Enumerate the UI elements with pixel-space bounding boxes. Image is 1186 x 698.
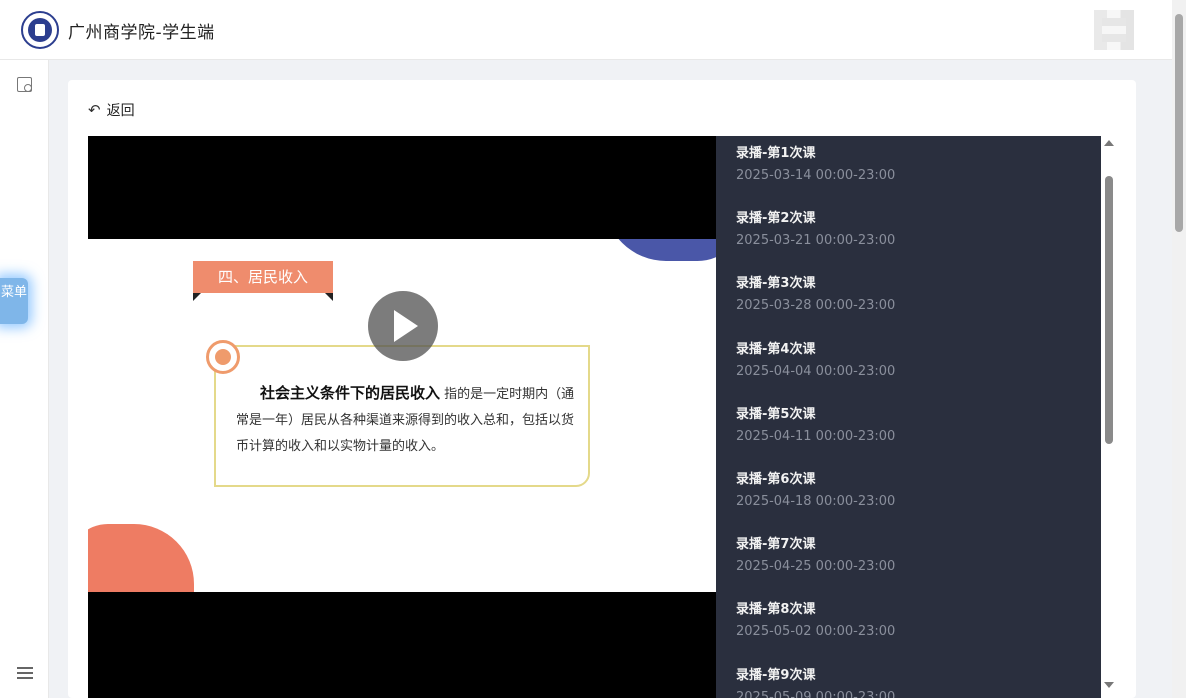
playlist-item-title: 录播-第5次课 — [736, 406, 816, 422]
playlist-item-date: 2025-03-28 00:00-23:00 — [736, 298, 896, 314]
playlist-item-date: 2025-03-14 00:00-23:00 — [736, 168, 896, 183]
playlist-item[interactable]: 录播-第4次课 2025-04-04 00:00-23:00 — [736, 341, 1076, 391]
app-title: 广州商学院-学生端 — [68, 23, 215, 43]
playlist-item[interactable]: 录播-第1次课 2025-03-14 00:00-23:00 — [736, 145, 1076, 195]
playlist-item-title: 录播-第3次课 — [736, 276, 816, 292]
playlist-item-title: 录播-第4次课 — [736, 341, 816, 357]
lesson-playlist: 录播-第1次课 2025-03-14 00:00-23:00 录播-第2次课 2025… — [716, 136, 1101, 698]
back-arrow-icon: ↶ — [88, 101, 101, 119]
playlist-item-date: 2025-04-11 00:00-23:00 — [736, 428, 896, 444]
playlist-item[interactable]: 录播-第7次课 2025-04-25 00:00-23:00 — [736, 536, 1076, 586]
slide-heading: 社会主义条件下的居民收入 — [260, 384, 441, 402]
playlist-item-date: 2025-05-02 00:00-23:00 — [736, 624, 896, 640]
slide-tag: 四、居民收入 — [193, 261, 333, 293]
playlist-item-date: 2025-05-09 00:00-23:00 — [736, 689, 896, 698]
playlist-scrollbar[interactable] — [1101, 136, 1117, 698]
playlist-item-title: 录播-第1次课 — [736, 146, 816, 161]
page-scrollbar[interactable] — [1172, 0, 1186, 698]
video-player[interactable]: 四、居民收入 社会主义条件下的居民收入 指的是一定时期内（通常是一年）居民从各种… — [88, 136, 716, 698]
arrow-badge-icon — [206, 340, 240, 374]
back-label: 返回 — [106, 103, 135, 119]
playlist-item-date: 2025-03-21 00:00-23:00 — [736, 233, 896, 249]
playlist-item-date: 2025-04-04 00:00-23:00 — [736, 363, 896, 379]
playlist-item-date: 2025-04-18 00:00-23:00 — [736, 494, 896, 509]
user-avatar[interactable] — [1094, 10, 1134, 50]
back-button[interactable]: ↶ 返回 — [88, 100, 135, 120]
playlist-item[interactable]: 录播-第5次课 2025-04-11 00:00-23:00 — [736, 406, 1076, 456]
course-list-icon[interactable] — [17, 77, 32, 92]
scroll-down-icon[interactable] — [1104, 682, 1114, 688]
playlist-item-title: 录播-第7次课 — [736, 537, 816, 553]
collapse-menu-icon[interactable] — [17, 667, 33, 679]
playlist-item[interactable]: 录播-第3次课 2025-03-28 00:00-23:00 — [736, 275, 1076, 325]
sidebar — [0, 60, 49, 698]
content-card: ↶ 返回 四、居民收入 社会主义条件下的居民收入 指的是一定时期内（通常是一年）… — [68, 80, 1136, 698]
playlist-item-date: 2025-04-25 00:00-23:00 — [736, 559, 896, 575]
slide-text: 社会主义条件下的居民收入 指的是一定时期内（通常是一年）居民从各种渠道来源得到的… — [236, 380, 578, 460]
playlist-item[interactable]: 录播-第8次课 2025-05-02 00:00-23:00 — [736, 601, 1076, 651]
playlist-item[interactable]: 录播-第2次课 2025-03-21 00:00-23:00 — [736, 210, 1076, 260]
top-bar: 广州商学院-学生端 — [0, 0, 1172, 60]
playlist-item[interactable]: 录播-第6次课 2025-04-18 00:00-23:00 — [736, 471, 1076, 521]
menu-toggle-button[interactable]: 菜单 — [0, 278, 28, 324]
playlist-item-title: 录播-第2次课 — [736, 211, 816, 227]
playlist-item-title: 录播-第6次课 — [736, 472, 816, 487]
school-logo-icon — [21, 11, 59, 49]
playlist-item[interactable]: 录播-第9次课 2025-05-09 00:00-23:00 — [736, 667, 1076, 698]
play-icon[interactable] — [368, 291, 438, 361]
playlist-item-title: 录播-第9次课 — [736, 667, 816, 683]
scroll-up-icon[interactable] — [1104, 140, 1114, 146]
playlist-item-title: 录播-第8次课 — [736, 602, 816, 618]
